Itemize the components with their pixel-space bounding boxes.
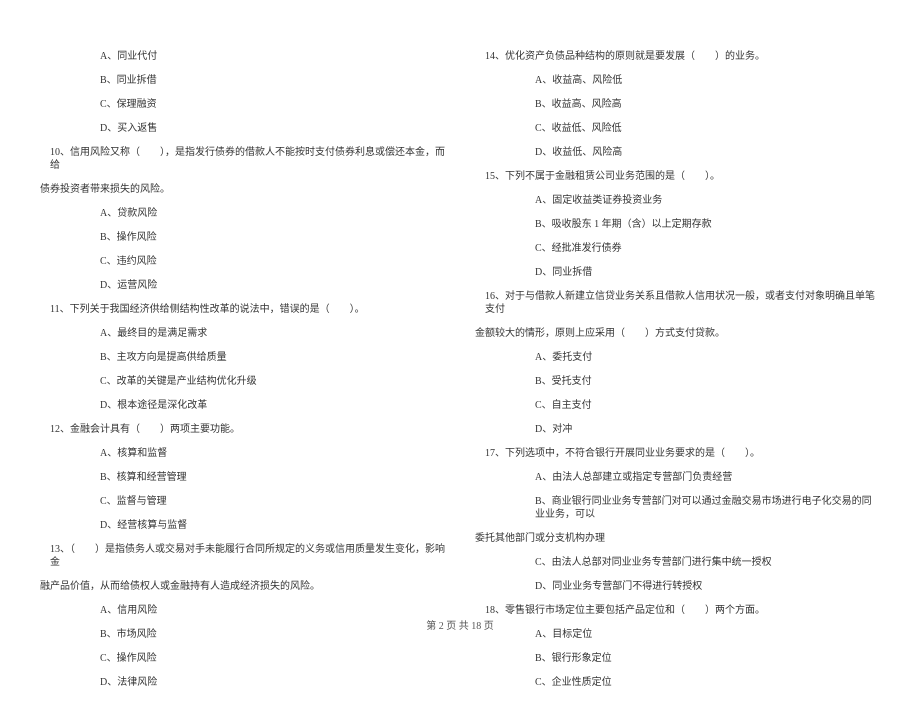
option-item: B、核算和经营管理	[40, 471, 445, 484]
option-item: D、对冲	[475, 423, 880, 436]
question-item: 18、零售银行市场定位主要包括产品定位和（ ）两个方面。	[475, 604, 880, 617]
option-item: D、根本途径是深化改革	[40, 399, 445, 412]
question-continuation: 委托其他部门或分支机构办理	[475, 532, 880, 545]
option-item: C、保理融资	[40, 98, 445, 111]
page-number: 第 2 页 共 18 页	[426, 621, 494, 632]
question-item: 17、下列选项中，不符合银行开展同业业务要求的是（ ）。	[475, 447, 880, 460]
option-item: C、由法人总部对同业业务专营部门进行集中统一授权	[475, 556, 880, 569]
option-item: B、受托支付	[475, 375, 880, 388]
page-footer: 第 2 页 共 18 页	[0, 617, 920, 632]
option-item: C、自主支付	[475, 399, 880, 412]
option-item: D、运营风险	[40, 279, 445, 292]
question-item: 13、（ ）是指债务人或交易对手未能履行合同所规定的义务或信用质量发生变化，影响…	[40, 543, 445, 569]
option-item: C、企业性质定位	[475, 676, 880, 689]
left-column: A、同业代付 B、同业拆借 C、保理融资 D、买入返售 10、信用风险又称（ ），是指发…	[40, 50, 445, 689]
option-item: A、同业代付	[40, 50, 445, 63]
option-item: B、收益高、风险高	[475, 98, 880, 111]
option-item: C、经批准发行债券	[475, 242, 880, 255]
option-item: B、同业拆借	[40, 74, 445, 87]
option-item: A、信用风险	[40, 604, 445, 617]
option-item: D、法律风险	[40, 676, 445, 689]
option-item: B、吸收股东 1 年期（含）以上定期存款	[475, 218, 880, 231]
option-item: C、改革的关键是产业结构优化升级	[40, 375, 445, 388]
question-item: 11、下列关于我国经济供给侧结构性改革的说法中，错误的是（ ）。	[40, 303, 445, 316]
option-item: A、由法人总部建立或指定专营部门负责经营	[475, 471, 880, 484]
question-item: 15、下列不属于金融租赁公司业务范围的是（ ）。	[475, 170, 880, 183]
option-item: C、收益低、风险低	[475, 122, 880, 135]
option-item: D、收益低、风险高	[475, 146, 880, 159]
option-item: B、主攻方向是提高供给质量	[40, 351, 445, 364]
option-item: A、收益高、风险低	[475, 74, 880, 87]
option-item: D、同业拆借	[475, 266, 880, 279]
option-item: C、违约风险	[40, 255, 445, 268]
option-item: C、操作风险	[40, 652, 445, 665]
option-item: A、委托支付	[475, 351, 880, 364]
question-continuation: 债券投资者带来损失的风险。	[40, 183, 445, 196]
question-continuation: 融产品价值，从而给债权人或金融持有人造成经济损失的风险。	[40, 580, 445, 593]
question-item: 10、信用风险又称（ ），是指发行债券的借款人不能按时支付债券利息或偿还本金，而…	[40, 146, 445, 172]
option-item: C、监督与管理	[40, 495, 445, 508]
option-item: D、经营核算与监督	[40, 519, 445, 532]
question-item: 14、优化资产负债品种结构的原则就是要发展（ ）的业务。	[475, 50, 880, 63]
right-column: 14、优化资产负债品种结构的原则就是要发展（ ）的业务。 A、收益高、风险低 B、收…	[475, 50, 880, 689]
option-item: A、最终目的是满足需求	[40, 327, 445, 340]
option-item: B、操作风险	[40, 231, 445, 244]
option-item: D、同业业务专营部门不得进行转授权	[475, 580, 880, 593]
question-item: 12、金融会计具有（ ）两项主要功能。	[40, 423, 445, 436]
option-item: A、固定收益类证券投资业务	[475, 194, 880, 207]
question-item: 16、对于与借款人新建立信贷业务关系且借款人信用状况一般，或者支付对象明确且单笔…	[475, 290, 880, 316]
option-item: A、贷款风险	[40, 207, 445, 220]
question-continuation: 金额较大的情形，原则上应采用（ ）方式支付贷款。	[475, 327, 880, 340]
option-item: B、商业银行同业业务专营部门对可以通过金融交易市场进行电子化交易的同业业务，可以	[475, 495, 880, 521]
option-item: A、核算和监督	[40, 447, 445, 460]
option-item: D、买入返售	[40, 122, 445, 135]
option-item: B、银行形象定位	[475, 652, 880, 665]
page-content: A、同业代付 B、同业拆借 C、保理融资 D、买入返售 10、信用风险又称（ ），是指发…	[0, 0, 920, 719]
